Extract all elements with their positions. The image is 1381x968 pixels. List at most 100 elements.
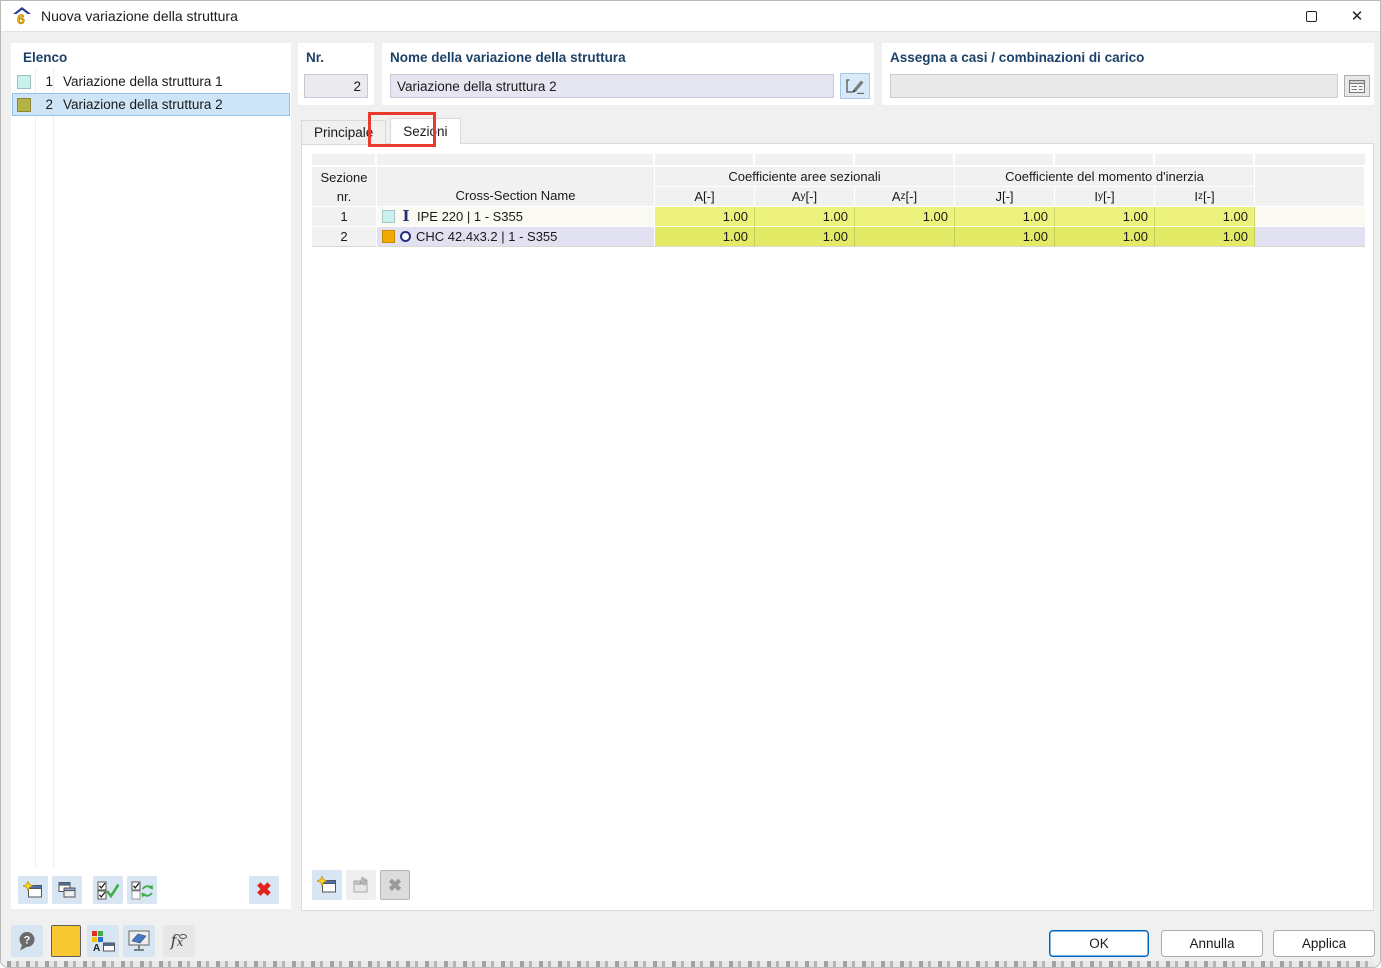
copy-windows-icon <box>58 882 76 898</box>
nr-label: Nr. <box>306 50 325 65</box>
coef-Iz-cell[interactable]: 1.00 <box>1155 207 1255 227</box>
maximize-icon <box>1305 10 1317 22</box>
col-header-Iy: Iy [-] <box>1055 187 1155 207</box>
cross-section-name-cell[interactable]: I IPE 220 | 1 - S355 <box>377 207 655 227</box>
apply-button[interactable]: Applica <box>1273 930 1375 957</box>
graphic-view-icon <box>128 930 150 951</box>
assign-input[interactable] <box>890 74 1338 98</box>
coef-J-cell[interactable]: 1.00 <box>955 207 1055 227</box>
assign-panel: Assegna a casi / combinazioni di carico <box>882 43 1374 105</box>
table-header: Sezione nr. Cross-Section Name Coefficie… <box>312 167 1365 207</box>
col-header-name: Cross-Section Name <box>377 167 655 207</box>
list-grid-line <box>53 69 54 867</box>
new-variation-button[interactable] <box>18 876 48 904</box>
row-number-cell[interactable]: 1 <box>312 207 377 227</box>
list-item-variation-2[interactable]: 2 Variazione della struttura 2 <box>12 93 290 116</box>
coef-A-cell[interactable]: 1.00 <box>655 227 755 247</box>
edit-window-icon <box>353 876 368 893</box>
delete-section-button-disabled[interactable]: ✖ <box>380 870 410 900</box>
table-top-strip <box>312 154 1365 165</box>
name-label: Nome della variazione della struttura <box>390 50 626 65</box>
invert-selection-icon <box>131 881 153 899</box>
col-group-area-coefficients: Coefficiente aree sezionali <box>655 167 955 187</box>
col-header-A: A [-] <box>655 187 755 207</box>
assign-select-button[interactable] <box>1344 75 1370 97</box>
tab-principale[interactable]: Principale <box>301 120 387 145</box>
name-input[interactable] <box>390 74 834 98</box>
coef-J-cell[interactable]: 1.00 <box>955 227 1055 247</box>
coef-Ay-cell[interactable]: 1.00 <box>755 207 855 227</box>
formula-button[interactable]: fx <box>163 925 195 957</box>
nr-input[interactable] <box>304 74 368 98</box>
invert-selection-button[interactable] <box>127 876 157 904</box>
sections-table: Sezione nr. Cross-Section Name Coefficie… <box>312 154 1365 247</box>
edit-section-button-disabled[interactable] <box>346 870 376 900</box>
empty-cell <box>1255 227 1365 247</box>
list-grid-line <box>35 69 36 867</box>
new-section-button[interactable] <box>312 870 342 900</box>
coef-Iz-cell[interactable]: 1.00 <box>1155 227 1255 247</box>
col-header-Ay: Ay [-] <box>755 187 855 207</box>
display-properties-button[interactable]: A <box>87 925 119 957</box>
cross-section-name-cell[interactable]: CHC 42.4x3.2 | 1 - S355 <box>377 227 655 247</box>
delete-variation-button[interactable]: ✖ <box>249 876 279 904</box>
coef-Ay-cell[interactable]: 1.00 <box>755 227 855 247</box>
col-header-empty <box>1255 167 1365 207</box>
eye-icon <box>179 934 188 939</box>
app-icon: 6 <box>11 6 33 26</box>
close-button[interactable]: ✕ <box>1334 1 1380 31</box>
round-section-icon <box>400 231 411 242</box>
dialog-window: 6 Nuova variazione della struttura ✕ Ele… <box>0 0 1381 968</box>
edit-name-button[interactable] <box>840 73 870 99</box>
select-dialog-icon <box>1349 79 1365 93</box>
coef-Az-cell[interactable] <box>855 227 955 247</box>
col-header-Az: Az [-] <box>855 187 955 207</box>
coef-Iy-cell[interactable]: 1.00 <box>1055 207 1155 227</box>
select-all-button[interactable] <box>93 876 123 904</box>
maximize-button[interactable] <box>1288 1 1334 31</box>
copy-variation-button[interactable] <box>52 876 82 904</box>
help-icon: ? <box>19 932 35 951</box>
tab-sezioni[interactable]: Sezioni <box>390 118 461 145</box>
cross-section-name: IPE 220 | 1 - S355 <box>417 209 523 224</box>
list-header: Elenco <box>23 50 68 65</box>
variation-label: Variazione della struttura 2 <box>63 97 223 112</box>
partial-view-color-button[interactable] <box>51 925 81 957</box>
variation-list-panel: Elenco 1 Variazione della struttura 1 2 … <box>11 43 291 909</box>
i-section-icon: I <box>402 207 410 225</box>
ok-button[interactable]: OK <box>1049 930 1149 957</box>
assign-label: Assegna a casi / combinazioni di carico <box>890 50 1145 65</box>
show-in-graphic-button[interactable] <box>123 925 155 957</box>
close-icon: ✕ <box>1350 8 1364 25</box>
cancel-button[interactable]: Annulla <box>1161 930 1263 957</box>
svg-text:?: ? <box>24 935 31 947</box>
empty-cell <box>1255 207 1365 227</box>
coef-A-cell[interactable]: 1.00 <box>655 207 755 227</box>
variation-number: 1 <box>45 74 53 89</box>
display-properties-icon: A <box>92 931 115 952</box>
list-item-variation-1[interactable]: 1 Variazione della struttura 1 <box>12 70 290 93</box>
name-panel: Nome della variazione della struttura <box>382 43 874 105</box>
row-number-cell[interactable]: 2 <box>312 227 377 247</box>
coef-Az-cell[interactable]: 1.00 <box>855 207 955 227</box>
table-row: 1 I IPE 220 | 1 - S355 1.00 1.00 1.00 1.… <box>312 207 1365 227</box>
coef-Iy-cell[interactable]: 1.00 <box>1055 227 1155 247</box>
app-icon-number: 6 <box>17 11 25 26</box>
cross-section-name: CHC 42.4x3.2 | 1 - S355 <box>416 229 558 244</box>
col-header-Iz: Iz [-] <box>1155 187 1255 207</box>
delete-icon: ✖ <box>387 875 403 895</box>
section-color-swatch <box>382 230 395 243</box>
edit-pencil-icon <box>846 79 864 94</box>
col-group-inertia-coefficients: Coefficiente del momento d'inerzia <box>955 167 1255 187</box>
table-row: 2 CHC 42.4x3.2 | 1 - S355 1.00 1.00 1.00… <box>312 227 1365 247</box>
variation-label: Variazione della struttura 1 <box>63 74 223 89</box>
new-window-star-icon <box>317 876 336 893</box>
col-header-sezione: Sezione nr. <box>312 167 377 207</box>
select-all-icon <box>97 881 119 899</box>
section-color-swatch <box>382 210 395 223</box>
col-header-J: J [-] <box>955 187 1055 207</box>
help-button[interactable]: ? <box>11 925 43 957</box>
background-window-edge <box>7 961 1374 967</box>
variation-color-swatch <box>17 97 31 112</box>
nr-panel: Nr. <box>298 43 374 105</box>
